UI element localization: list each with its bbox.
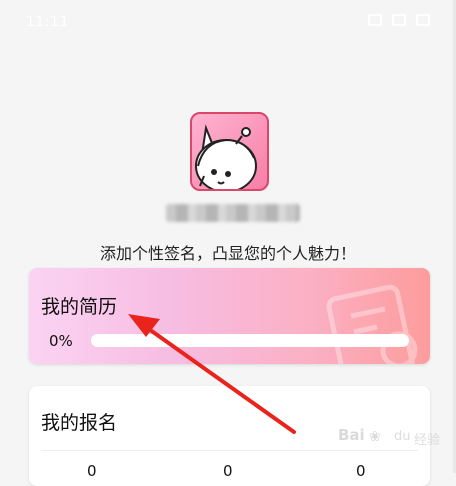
resume-progress-label: 0% <box>49 332 73 350</box>
resume-card[interactable]: 我的简历 0% <box>29 268 430 364</box>
watermark-brand: Bai <box>338 426 365 444</box>
notification-icon <box>368 14 382 26</box>
watermark-sub: 经验 <box>414 433 441 448</box>
resume-progress-bar <box>91 334 409 347</box>
signup-count[interactable]: 0 <box>87 462 97 480</box>
document-magnifier-icon <box>326 284 418 364</box>
resume-title: 我的简历 <box>41 296 118 318</box>
signature-prompt[interactable]: 添加个性签名，凸显您的个人魅力！ <box>0 240 456 264</box>
signup-count[interactable]: 0 <box>223 462 233 480</box>
signup-title: 我的报名 <box>41 412 118 434</box>
signup-count[interactable]: 0 <box>356 462 366 480</box>
wifi-icon <box>392 14 406 26</box>
battery-icon <box>416 14 430 26</box>
avatar[interactable] <box>190 112 269 191</box>
status-bar: 11:11 <box>0 0 456 44</box>
status-icons <box>368 14 430 26</box>
cartoon-cat-avatar-icon <box>195 124 257 189</box>
username-blurred <box>166 204 300 222</box>
status-time: 11:11 <box>26 14 69 30</box>
watermark-suffix: du <box>394 429 411 444</box>
paw-icon: ❀ <box>369 429 381 445</box>
baidu-watermark: Bai ❀ du 经验 <box>338 424 450 454</box>
